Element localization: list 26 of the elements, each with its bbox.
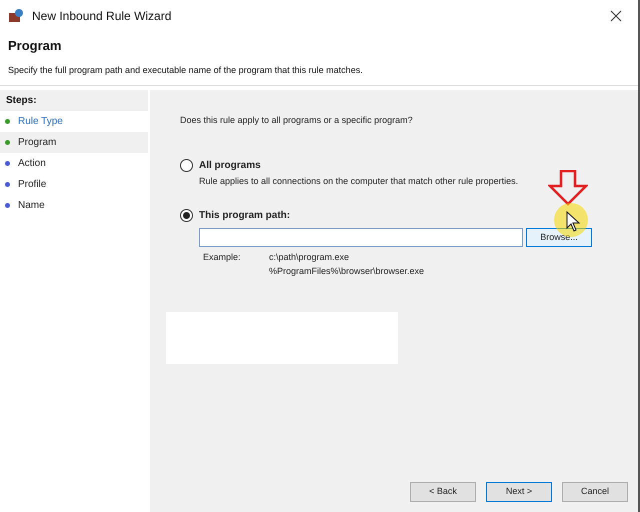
page-description: Specify the full program path and executable name of the program that this rule matches. — [8, 64, 364, 77]
wizard-button[interactable]: < Back — [410, 482, 476, 502]
option-label[interactable]: All programs — [199, 158, 261, 172]
browse-button[interactable]: Browse... — [526, 228, 592, 247]
steps-label: Steps: — [0, 90, 148, 111]
option-label[interactable]: This program path: — [199, 208, 290, 223]
arrow-annotation-icon — [548, 170, 588, 206]
step-item[interactable]: Name — [0, 195, 148, 216]
step-item[interactable]: Profile — [0, 174, 148, 195]
wizard-button[interactable]: Next > — [486, 482, 552, 502]
program-path-field[interactable] — [199, 228, 523, 247]
close-icon[interactable] — [610, 10, 622, 22]
example-label: Example: — [203, 251, 242, 264]
firewall-icon — [8, 8, 24, 24]
question-text: Does this rule apply to all programs or a specific program? — [180, 114, 414, 127]
radio-button[interactable] — [180, 209, 193, 222]
step-item[interactable]: Rule Type — [0, 111, 148, 132]
example-path: c:\path\program.exe — [269, 251, 350, 264]
step-item[interactable]: Program — [0, 132, 148, 153]
window-title: New Inbound Rule Wizard — [32, 8, 172, 25]
option-description: Rule applies to all connections on the computer that match other rule properties. — [199, 174, 520, 188]
wizard-button[interactable]: Cancel — [562, 482, 628, 502]
example-path: %ProgramFiles%\browser\browser.exe — [269, 264, 424, 278]
page-heading: Program — [8, 37, 62, 55]
step-item[interactable]: Action — [0, 153, 148, 174]
radio-button[interactable] — [180, 158, 193, 172]
